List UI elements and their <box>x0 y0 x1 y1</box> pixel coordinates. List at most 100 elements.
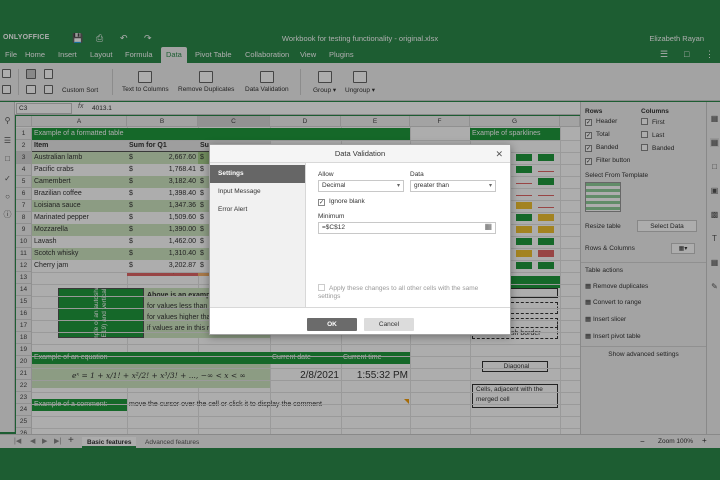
remove-duplicates-button[interactable]: Remove Duplicates <box>178 71 234 93</box>
row-header[interactable]: 14 <box>16 284 32 296</box>
row-header[interactable]: 18 <box>16 332 32 344</box>
row-header[interactable]: 6 <box>16 188 32 200</box>
dialog-tab-input-message[interactable]: Input Message <box>210 183 305 201</box>
row-header[interactable]: 25 <box>16 416 32 428</box>
tab-home[interactable]: Home <box>20 47 50 63</box>
header-item[interactable]: Item <box>32 140 127 152</box>
formula-input[interactable]: 4013.1 <box>92 103 112 114</box>
shape-settings-icon[interactable]: □ <box>710 162 719 171</box>
row-header[interactable]: 17 <box>16 320 32 332</box>
tab-insert[interactable]: Insert <box>53 47 82 63</box>
item-sum-cell[interactable]: $1,768.41 <box>127 164 198 176</box>
clear-filter-icon[interactable] <box>26 85 36 97</box>
item-sum-cell[interactable]: $1,462.00 <box>127 236 198 248</box>
tab-view[interactable]: View <box>295 47 321 63</box>
cell-settings-icon[interactable]: ▦ <box>710 114 719 123</box>
remove-duplicates-action[interactable]: ▦ Remove duplicates <box>585 282 648 290</box>
comments-icon[interactable]: ☰ <box>3 136 12 145</box>
item-sum-cell[interactable]: $3,182.40 <box>127 176 198 188</box>
row-header[interactable]: 12 <box>16 260 32 272</box>
plugin-icon[interactable]: ○ <box>3 192 12 201</box>
column-header-h[interactable] <box>560 116 580 127</box>
column-header-a[interactable]: A <box>32 116 127 127</box>
row-option-checkbox[interactable]: ✓ Header <box>585 118 617 126</box>
sort-asc-icon[interactable] <box>44 69 53 82</box>
item-name[interactable]: Scotch whisky <box>32 248 127 260</box>
column-header-d[interactable]: D <box>270 116 341 127</box>
row-option-checkbox[interactable]: ✓ Banded <box>585 144 618 152</box>
open-location-icon[interactable]: □ <box>684 49 689 59</box>
ok-button[interactable]: OK <box>307 318 357 331</box>
item-name[interactable]: Brazilian coffee <box>32 188 127 200</box>
item-name[interactable]: Pacific crabs <box>32 164 127 176</box>
chart-settings-icon[interactable]: ▩ <box>710 210 719 219</box>
fx-icon[interactable]: fx <box>78 103 83 110</box>
column-header-f[interactable]: F <box>410 116 470 127</box>
next-sheet-icon[interactable]: ▶ <box>42 437 47 445</box>
row-header[interactable]: 2 <box>16 140 32 152</box>
column-header-e[interactable]: E <box>341 116 410 127</box>
group-button[interactable]: Group ▾ <box>313 71 336 94</box>
table-settings-icon[interactable]: ▦ <box>710 138 719 147</box>
about-icon[interactable]: ⓘ <box>3 210 12 219</box>
text-art-settings-icon[interactable]: T <box>710 234 719 243</box>
item-sum-cell[interactable]: $1,509.60 <box>127 212 198 224</box>
row-header[interactable]: 1 <box>16 128 32 140</box>
sparklines-title[interactable]: Example of sparklines <box>470 128 560 140</box>
formatted-table-title[interactable]: Example of a formatted table <box>32 128 410 140</box>
item-name[interactable]: Lavash <box>32 236 127 248</box>
column-option-checkbox[interactable]: First <box>641 118 665 127</box>
select-range-icon[interactable]: ▦ <box>484 222 492 232</box>
pivot-settings-icon[interactable]: ▦ <box>710 258 719 267</box>
first-sheet-icon[interactable]: |◀ <box>14 437 21 445</box>
minimum-input[interactable]: =$C$12 ▦ <box>318 222 496 234</box>
insert-pivot-table-action[interactable]: ▦ Insert pivot table <box>585 332 641 340</box>
select-all-corner[interactable] <box>16 116 32 127</box>
copy-icon[interactable] <box>2 69 11 81</box>
tab-formula[interactable]: Formula <box>120 47 158 63</box>
allow-select[interactable]: Decimal ▾ <box>318 180 404 192</box>
insert-slicer-action[interactable]: ▦ Insert slicer <box>585 315 626 323</box>
row-header[interactable]: 4 <box>16 164 32 176</box>
tab-data[interactable]: Data <box>161 47 187 63</box>
row-header[interactable]: 21 <box>16 368 32 380</box>
chat-icon[interactable]: □ <box>3 154 12 163</box>
row-header[interactable]: 10 <box>16 236 32 248</box>
filter-icon[interactable] <box>26 69 36 82</box>
zoom-in-icon[interactable]: + <box>702 436 707 445</box>
row-header[interactable]: 5 <box>16 176 32 188</box>
item-name[interactable]: Loisiana sauce <box>32 200 127 212</box>
column-option-checkbox[interactable]: Last <box>641 131 664 140</box>
table-template-preview[interactable] <box>585 182 621 212</box>
ungroup-button[interactable]: Ungroup ▾ <box>345 71 375 94</box>
border-example-diagonal[interactable]: Diagonal <box>482 361 548 372</box>
row-header[interactable]: 11 <box>16 248 32 260</box>
close-icon[interactable]: ✕ <box>495 145 503 163</box>
ignore-blank-checkbox[interactable]: ✓ Ignore blank <box>318 198 365 206</box>
current-date-label[interactable]: Current date <box>270 352 341 364</box>
tab-layout[interactable]: Layout <box>85 47 118 63</box>
row-header[interactable]: 7 <box>16 200 32 212</box>
zoom-level[interactable]: Zoom 100% <box>658 438 693 445</box>
item-name[interactable]: Mozzarella <box>32 224 127 236</box>
user-name[interactable]: Elizabeth Rayan <box>649 34 704 43</box>
item-sum-cell[interactable]: $3,202.87 <box>127 260 198 272</box>
item-sum-cell[interactable]: $1,390.00 <box>127 224 198 236</box>
add-sheet-icon[interactable]: + <box>68 435 74 446</box>
row-header[interactable]: 23 <box>16 392 32 404</box>
row-header[interactable]: 15 <box>16 296 32 308</box>
data-validation-button[interactable]: Data Validation <box>245 71 289 93</box>
tab-collaboration[interactable]: Collaboration <box>240 47 294 63</box>
row-option-checkbox[interactable]: ✓ Filter button <box>585 157 630 165</box>
row-option-checkbox[interactable]: ✓ Total <box>585 131 610 139</box>
row-header[interactable]: 24 <box>16 404 32 416</box>
cancel-button[interactable]: Cancel <box>364 318 414 331</box>
select-data-button[interactable]: Select Data <box>637 220 697 232</box>
row-header[interactable]: 16 <box>16 308 32 320</box>
column-option-checkbox[interactable]: Banded <box>641 144 674 153</box>
row-header[interactable]: 22 <box>16 380 32 392</box>
name-box[interactable]: C3 <box>16 103 72 114</box>
item-name[interactable]: Cherry jam <box>32 260 127 272</box>
tab-plugins[interactable]: Plugins <box>324 47 359 63</box>
sort-desc-icon[interactable] <box>44 85 53 97</box>
